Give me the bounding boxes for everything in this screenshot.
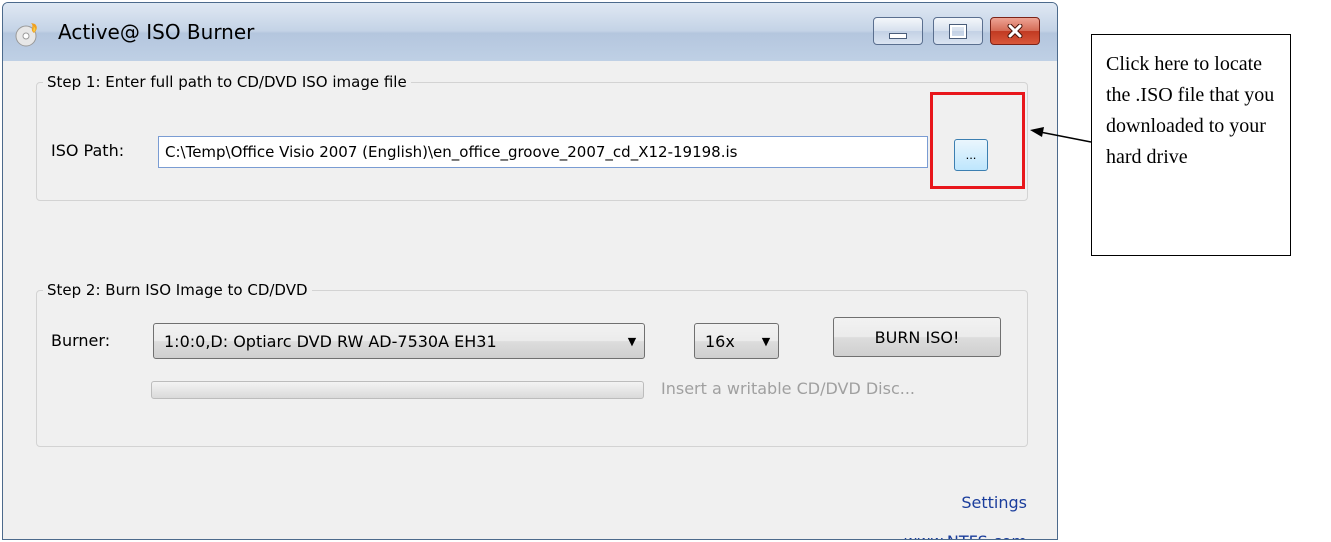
callout-arrow-line [1039, 131, 1092, 143]
instruction-callout: Click here to locate the .ISO file that … [1091, 34, 1291, 256]
callout-arrow-head [1030, 127, 1044, 137]
